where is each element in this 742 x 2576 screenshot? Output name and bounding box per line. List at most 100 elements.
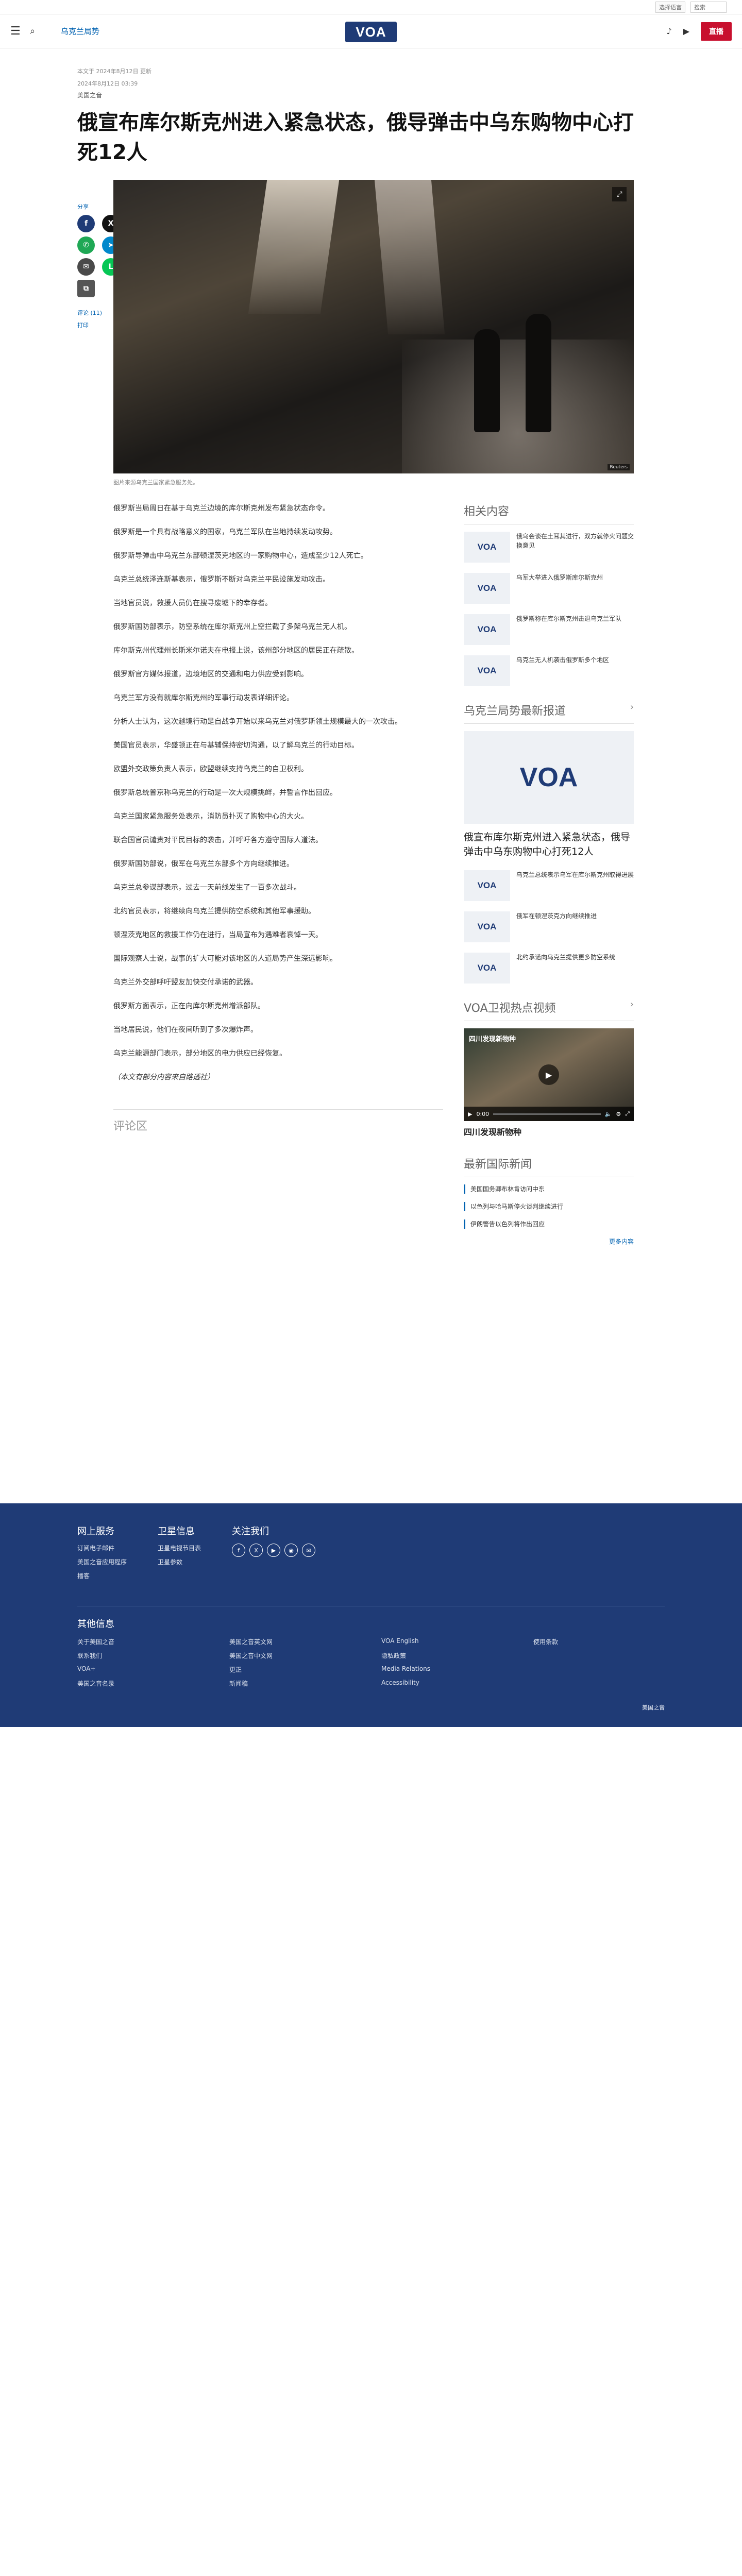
video-icon[interactable]: ▶: [683, 26, 689, 36]
thumbnail: VOA: [464, 573, 510, 604]
audio-icon[interactable]: ♪: [666, 26, 671, 36]
publish-date: 2024年8月12日 03:39: [77, 80, 138, 87]
footer-link[interactable]: 美国之音英文网: [229, 1637, 361, 1646]
footer-col-title: 卫星信息: [158, 1526, 195, 1537]
footer-link[interactable]: 美国之音应用程序: [77, 1557, 127, 1566]
related-item[interactable]: VOA 俄罗斯称在库尔斯克州击退乌克兰军队: [464, 614, 634, 645]
share-column: 分享 f X ✆ ➤ ✉ L ⧉ 评论 (11) 打印: [77, 180, 120, 1246]
footer-link[interactable]: 卫星电视节目表: [158, 1544, 201, 1552]
footer-link[interactable]: 更正: [229, 1665, 361, 1674]
feature-image[interactable]: VOA: [464, 731, 634, 824]
footer-link[interactable]: [533, 1651, 665, 1660]
expand-icon[interactable]: ⤢: [612, 187, 627, 201]
email-share-icon[interactable]: ✉: [77, 258, 95, 276]
related-item[interactable]: VOA 乌军大举进入俄罗斯库尔斯克州: [464, 573, 634, 604]
site-footer: 网上服务 订阅电子邮件 美国之音应用程序 播客 卫星信息 卫星电视节目表 卫星参…: [0, 1503, 742, 1727]
source-label: 美国之音: [77, 92, 103, 99]
footer-link[interactable]: VOA+: [77, 1665, 209, 1674]
x-icon[interactable]: X: [249, 1544, 263, 1557]
footer-link[interactable]: Accessibility: [381, 1679, 513, 1688]
whatsapp-share-icon[interactable]: ✆: [77, 236, 95, 254]
facebook-share-icon[interactable]: f: [77, 215, 95, 232]
footer-link[interactable]: 使用条款: [533, 1637, 665, 1646]
youtube-icon[interactable]: ▶: [267, 1544, 281, 1557]
more-item[interactable]: VOA 俄军在顿涅茨克方向继续推进: [464, 911, 634, 942]
article-paragraph: 俄罗斯官方媒体报道，边境地区的交通和电力供应受到影响。: [113, 670, 308, 679]
footer-link[interactable]: 播客: [77, 1571, 127, 1580]
footer-link[interactable]: 联系我们: [77, 1651, 209, 1660]
hamburger-menu-icon[interactable]: ☰: [10, 25, 25, 38]
sidebar: 相关内容 VOA 俄乌会谈在土耳其进行，双方就停火问题交换意见 VOA 乌军大举…: [464, 502, 634, 1246]
more-item[interactable]: VOA 北约承诺向乌克兰提供更多防空系统: [464, 953, 634, 984]
footer-link[interactable]: 新闻稿: [229, 1679, 361, 1688]
copy-link-icon[interactable]: ⧉: [77, 280, 95, 297]
footer-link[interactable]: [533, 1679, 665, 1688]
footer-col-title: 网上服务: [77, 1526, 114, 1537]
chevron-right-icon: ›: [630, 702, 634, 713]
comments-link[interactable]: 评论 (11): [77, 309, 113, 317]
section-link[interactable]: 乌克兰局势: [61, 26, 99, 37]
article-paragraph: 俄罗斯导弹击中乌克兰东部顿涅茨克地区的一家购物中心，造成至少12人死亡。: [113, 552, 368, 560]
article-source-note: （本文有部分内容来自路透社）: [113, 1073, 214, 1081]
related-item[interactable]: VOA 乌克兰无人机袭击俄罗斯多个地区: [464, 655, 634, 686]
image-credit: Reuters: [608, 464, 630, 470]
list-item[interactable]: 伊朗警告以色列将作出回应: [464, 1219, 634, 1229]
article-paragraph: 俄罗斯总统普京称乌克兰的行动是一次大规模挑衅，并誓言作出回应。: [113, 789, 337, 797]
related-item[interactable]: VOA 俄乌会谈在土耳其进行，双方就停火问题交换意见: [464, 532, 634, 563]
article-paragraph: 当地官员说，救援人员仍在搜寻废墟下的幸存者。: [113, 599, 272, 607]
video-caption[interactable]: 四川发现新物种: [464, 1126, 634, 1139]
chevron-right-icon: ›: [630, 999, 634, 1010]
footer-link[interactable]: 关于美国之音: [77, 1637, 209, 1646]
live-button[interactable]: 直播: [701, 22, 732, 41]
print-link[interactable]: 打印: [77, 321, 113, 329]
video-section-title[interactable]: VOA卫视热点视频 ›: [464, 999, 634, 1021]
more-title[interactable]: 乌克兰局势最新报道 ›: [464, 702, 634, 724]
article-headline: 俄宣布库尔斯克州进入紧急状态，俄导弹击中乌东购物中心打死12人: [77, 111, 634, 164]
feature-title[interactable]: 俄宣布库尔斯克州进入紧急状态，俄导弹击中乌东购物中心打死12人: [464, 830, 634, 859]
list-item[interactable]: 美国国务卿布林肯访问中东: [464, 1184, 634, 1194]
email-icon[interactable]: ✉: [302, 1544, 316, 1557]
fullscreen-icon[interactable]: ⤢: [625, 1110, 630, 1117]
footer-link[interactable]: 卫星参数: [158, 1557, 201, 1566]
video-player[interactable]: 四川发现新物种 ▶ ▶ 0:00 🔈 ⚙ ⤢: [464, 1028, 634, 1121]
article-paragraph: 分析人士认为，这次越境行动是自战争开始以来乌克兰对俄罗斯领土规模最大的一次攻击。: [113, 718, 402, 726]
play-icon[interactable]: ▶: [538, 1064, 559, 1085]
footer-link[interactable]: [533, 1665, 665, 1674]
thumbnail: VOA: [464, 870, 510, 901]
utility-search-input[interactable]: 搜索: [690, 1, 727, 13]
utility-bar: 选择语言 搜索: [0, 0, 742, 14]
article-paragraph: 俄罗斯是一个具有战略意义的国家，乌克兰军队在当地持续发动攻势。: [113, 528, 337, 536]
thumbnail: VOA: [464, 532, 510, 563]
image-caption: 图片来源乌克兰国家紧急服务处。: [113, 479, 198, 486]
hero-image: ⤢ Reuters: [113, 180, 634, 473]
facebook-icon[interactable]: f: [232, 1544, 246, 1557]
video-overlay-title: 四川发现新物种: [469, 1036, 516, 1043]
voa-logo[interactable]: VOA: [345, 22, 397, 42]
latest-title: 最新国际新闻: [464, 1155, 634, 1177]
article-paragraph: 库尔斯克州代理州长斯米尔诺夫在电报上说，该州部分地区的居民正在疏散。: [113, 647, 359, 655]
more-item[interactable]: VOA 乌克兰总统表示乌军在库尔斯克州取得进展: [464, 870, 634, 901]
footer-link[interactable]: Media Relations: [381, 1665, 513, 1674]
latest-news-list: 美国国务卿布林肯访问中东 以色列与哈马斯停火谈判继续进行 伊朗警告以色列将作出回…: [464, 1184, 634, 1229]
list-item[interactable]: 以色列与哈马斯停火谈判继续进行: [464, 1202, 634, 1211]
footer-link[interactable]: 订阅电子邮件: [77, 1544, 127, 1552]
footer-link[interactable]: VOA English: [381, 1637, 513, 1646]
video-progress-bar[interactable]: [493, 1113, 601, 1115]
instagram-icon[interactable]: ◉: [284, 1544, 298, 1557]
play-button-icon[interactable]: ▶: [468, 1111, 472, 1117]
footer-link[interactable]: 美国之音名录: [77, 1679, 209, 1688]
other-info-title: 其他信息: [77, 1619, 114, 1630]
article-paragraph: 当地居民说，他们在夜间听到了多次爆炸声。: [113, 1026, 258, 1034]
article-paragraph: 联合国官员谴责对平民目标的袭击，并呼吁各方遵守国际人道法。: [113, 836, 323, 844]
settings-icon[interactable]: ⚙: [616, 1111, 621, 1117]
search-icon[interactable]: ⌕: [30, 26, 50, 37]
more-link[interactable]: 更多内容: [464, 1237, 634, 1246]
footer-link[interactable]: 美国之音中文网: [229, 1651, 361, 1660]
article-paragraph: 北约官员表示，将继续向乌克兰提供防空系统和其他军事援助。: [113, 907, 315, 916]
article-paragraph: 乌克兰总参谋部表示，过去一天前线发生了一百多次战斗。: [113, 884, 301, 892]
footer-link[interactable]: 隐私政策: [381, 1651, 513, 1660]
article-body: 俄罗斯当局周日在基于乌克兰边境的库尔斯克州发布紧急状态命令。 俄罗斯是一个具有战…: [113, 502, 443, 1246]
firefighter-silhouette: [526, 314, 551, 432]
volume-icon[interactable]: 🔈: [605, 1111, 612, 1117]
language-selector[interactable]: 选择语言: [655, 1, 685, 13]
